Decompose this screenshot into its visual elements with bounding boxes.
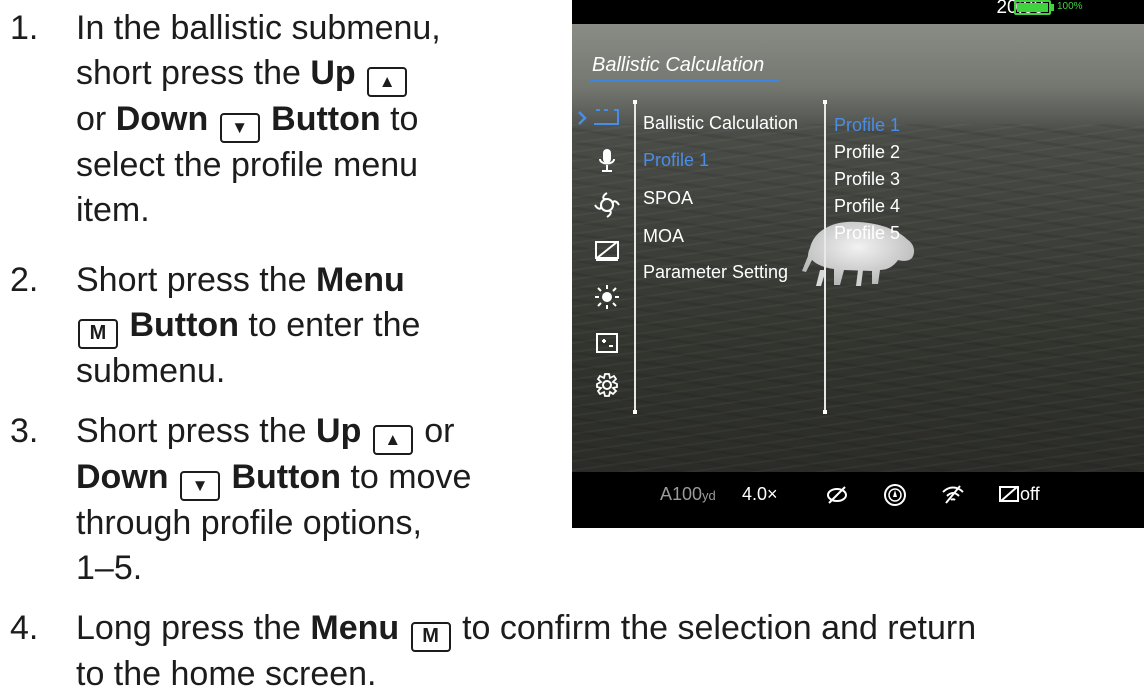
step-2: 2. Short press the Menu M Button to ente… — [10, 258, 540, 394]
up-label: Up — [310, 54, 356, 92]
display-off-status: off — [1020, 484, 1040, 504]
menu-item-moa[interactable]: MOA — [643, 226, 684, 247]
step-text: submenu. — [76, 352, 226, 390]
compass-icon — [884, 484, 906, 506]
battery-percent: 100% — [1057, 1, 1083, 12]
profile-option-3[interactable]: Profile 3 — [834, 169, 900, 190]
step-text: 1–5. — [76, 549, 143, 587]
profile-option-5[interactable]: Profile 5 — [834, 223, 900, 244]
button-label: Button — [231, 458, 341, 496]
step-text: In the ballistic submenu, — [76, 9, 441, 47]
step-number: 2. — [10, 261, 39, 299]
step-1: 1. In the ballistic submenu, short press… — [10, 6, 540, 233]
bottom-status-bar: A100yd 4.0× off — [572, 472, 1144, 528]
button-label: Button — [129, 306, 239, 344]
step-3: 3. Short press the Up ▲ or Down ▼ Button… — [10, 409, 550, 591]
profile-option-2[interactable]: Profile 2 — [834, 142, 900, 163]
menu-label: Menu — [316, 261, 405, 299]
selection-arrow-icon — [578, 111, 587, 125]
step-number: 3. — [10, 412, 39, 450]
device-screen: 20:00 100% Ballistic Calculation — [572, 0, 1144, 528]
zoom-frame-icon[interactable] — [592, 328, 622, 358]
menu-item-parameter-setting[interactable]: Parameter Setting — [643, 262, 788, 283]
distance-unit: yd — [702, 488, 716, 503]
menu-title: Ballistic Calculation — [592, 54, 765, 76]
menu-button-icon: M — [410, 622, 451, 652]
down-label: Down — [76, 458, 169, 496]
step-text: item. — [76, 191, 150, 229]
brightness-icon[interactable] — [592, 282, 622, 312]
up-button-icon: ▲ — [372, 425, 413, 455]
button-label: Button — [271, 100, 381, 138]
step-text: to the home screen. — [76, 655, 377, 693]
ballistic-bracket-icon[interactable] — [592, 104, 622, 134]
status-bar: 20:00 100% — [572, 0, 1144, 24]
step-text: to enter the — [238, 306, 421, 344]
down-button-icon: ▼ — [180, 471, 220, 501]
hotspot-icon[interactable] — [592, 190, 622, 220]
thermal-scene — [572, 24, 1144, 472]
display-off-icon[interactable] — [592, 236, 622, 266]
settings-gear-icon[interactable] — [592, 370, 622, 400]
battery-tip — [1051, 4, 1054, 11]
profile-option-4[interactable]: Profile 4 — [834, 196, 900, 217]
menu-item-spoa[interactable]: SPOA — [643, 188, 693, 209]
step-text: to — [380, 100, 419, 138]
menu-item-profile-1[interactable]: Profile 1 — [643, 150, 709, 171]
step-number: 1. — [10, 9, 39, 47]
step-text: Short press the — [76, 261, 317, 299]
distance-value: A100 — [660, 484, 703, 504]
up-label: Up — [316, 412, 362, 450]
zoom-readout: 4.0× — [742, 484, 778, 504]
hide-icon — [827, 486, 847, 504]
menu-divider-left — [633, 100, 637, 414]
microphone-icon[interactable] — [592, 146, 622, 176]
step-text: Short press the — [76, 412, 317, 450]
step-number: 4. — [10, 609, 39, 647]
step-text: select the profile menu — [76, 146, 419, 184]
down-button-icon: ▼ — [219, 113, 260, 143]
battery-icon — [1014, 0, 1051, 15]
step-4: 4. Long press the Menu M to confirm the … — [10, 606, 1140, 697]
menu-title-underline — [590, 80, 780, 82]
step-text: or — [76, 100, 116, 138]
profile-option-1[interactable]: Profile 1 — [834, 115, 900, 136]
up-button-icon: ▲ — [367, 67, 408, 97]
battery-fill — [1017, 3, 1048, 12]
step-text: to confirm the selection and return — [452, 609, 977, 647]
menu-divider-right — [823, 100, 827, 414]
step-text: Long press the — [76, 609, 311, 647]
menu-label: Menu — [310, 609, 400, 647]
menu-item-ballistic-calculation[interactable]: Ballistic Calculation — [643, 113, 798, 134]
distance-readout: A100yd — [660, 484, 716, 505]
wifi-off-icon — [942, 485, 964, 504]
down-label: Down — [115, 100, 209, 138]
step-text: short press the — [76, 54, 311, 92]
step-text: or — [414, 412, 455, 450]
menu-button-icon: M — [78, 319, 118, 349]
display-off-status-icon — [999, 486, 1019, 502]
step-text: through profile options, — [76, 504, 422, 542]
step-text: to move — [340, 458, 472, 496]
